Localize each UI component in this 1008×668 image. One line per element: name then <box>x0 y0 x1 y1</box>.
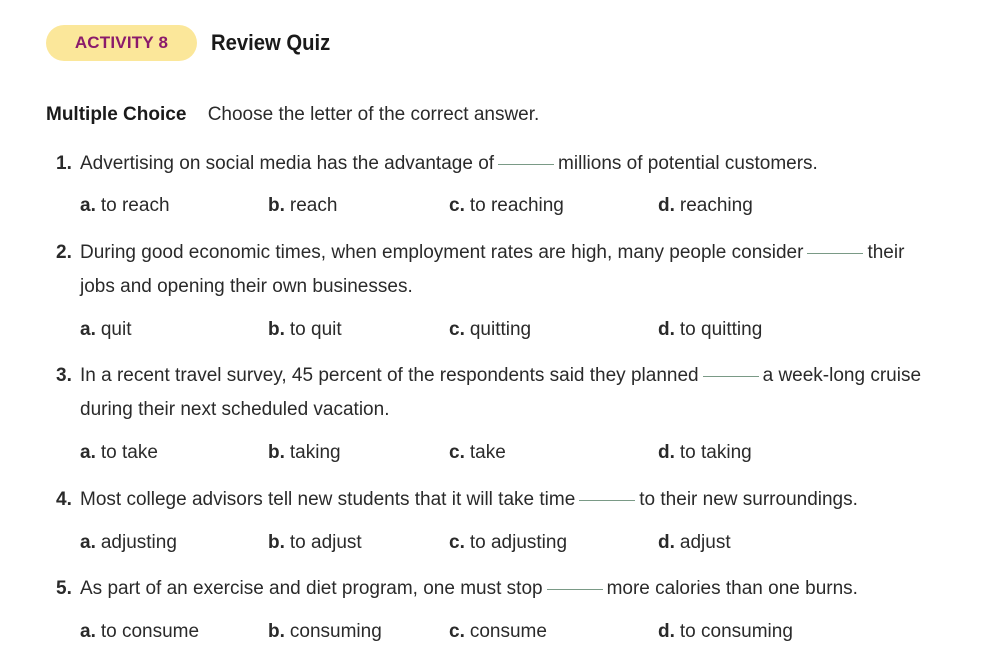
option-text: consuming <box>289 621 382 642</box>
option-letter: d. <box>658 195 675 216</box>
question-text-after: a week-long cruise <box>762 365 922 386</box>
question-number: 3. <box>56 365 72 386</box>
question-4: 4. Most college advisors tell new student… <box>56 483 976 517</box>
option-letter: c. <box>449 532 465 553</box>
option-letter: a. <box>80 532 96 553</box>
question-text-after: their <box>867 242 905 263</box>
option-a[interactable]: a. adjusting <box>80 532 177 554</box>
option-letter: c. <box>449 195 465 216</box>
activity-badge: ACTIVITY 8 <box>46 25 197 61</box>
option-c[interactable]: c. quitting <box>449 319 531 341</box>
page-title: Review Quiz <box>211 30 331 55</box>
question-1: 1. Advertising on social media has the ad… <box>56 147 976 181</box>
option-text: adjust <box>679 532 731 553</box>
option-text: quit <box>100 319 132 340</box>
section-instruction: Choose the letter of the correct answer. <box>207 104 540 125</box>
option-text: to quit <box>289 319 342 340</box>
question-text-after: more calories than one burns. <box>606 578 858 599</box>
option-letter: d. <box>658 532 675 553</box>
option-letter: b. <box>268 621 285 642</box>
option-letter: d. <box>658 319 675 340</box>
option-letter: a. <box>80 195 96 216</box>
question-text-continuation: jobs and opening their own businesses. <box>80 276 413 297</box>
option-b[interactable]: b. to adjust <box>268 532 362 554</box>
option-text: to consuming <box>679 621 793 642</box>
option-b[interactable]: b. reach <box>268 195 337 217</box>
option-text: to adjust <box>289 532 362 553</box>
option-letter: a. <box>80 442 96 463</box>
option-letter: b. <box>268 532 285 553</box>
option-b[interactable]: b. consuming <box>268 621 382 643</box>
option-text: quitting <box>469 319 532 340</box>
option-letter: b. <box>268 195 285 216</box>
question-text-before: During good economic times, when employm… <box>80 242 804 263</box>
question-text-continuation: during their next scheduled vacation. <box>80 399 390 420</box>
option-a[interactable]: a. quit <box>80 319 132 341</box>
question-text-after: millions of potential customers. <box>558 153 818 174</box>
option-d[interactable]: d. adjust <box>658 532 731 554</box>
answer-blank <box>546 588 603 590</box>
answer-blank <box>807 252 864 254</box>
option-c[interactable]: c. take <box>449 442 506 464</box>
option-text: to take <box>100 442 158 463</box>
option-text: take <box>469 442 506 463</box>
question-text-before: Advertising on social media has the adva… <box>80 153 495 174</box>
option-c[interactable]: c. to reaching <box>449 195 564 217</box>
option-letter: d. <box>658 621 675 642</box>
question-2: 2. During good economic times, when emplo… <box>56 236 976 304</box>
option-letter: b. <box>268 442 285 463</box>
option-a[interactable]: a. to take <box>80 442 158 464</box>
question-text-after: to their new surroundings. <box>639 489 858 510</box>
option-d[interactable]: d. to taking <box>658 442 752 464</box>
answer-blank <box>702 375 759 377</box>
option-letter: d. <box>658 442 675 463</box>
option-c[interactable]: c. consume <box>449 621 547 643</box>
option-d[interactable]: d. to consuming <box>658 621 793 643</box>
activity-header: ACTIVITY 8 Review Quiz <box>46 25 341 61</box>
option-text: reaching <box>679 195 753 216</box>
option-text: taking <box>289 442 341 463</box>
option-letter: b. <box>268 319 285 340</box>
question-number: 5. <box>56 578 72 599</box>
question-number: 1. <box>56 153 72 174</box>
option-letter: a. <box>80 319 96 340</box>
option-b[interactable]: b. to quit <box>268 319 342 341</box>
answer-blank <box>579 499 636 501</box>
section-instructions: Multiple Choice Choose the letter of the… <box>46 104 539 126</box>
option-letter: a. <box>80 621 96 642</box>
option-letter: c. <box>449 442 465 463</box>
question-number: 2. <box>56 242 72 263</box>
option-d[interactable]: d. reaching <box>658 195 753 217</box>
option-b[interactable]: b. taking <box>268 442 341 464</box>
option-d[interactable]: d. to quitting <box>658 319 762 341</box>
question-number: 4. <box>56 489 72 510</box>
option-c[interactable]: c. to adjusting <box>449 532 567 554</box>
option-letter: c. <box>449 621 465 642</box>
option-text: to adjusting <box>469 532 568 553</box>
question-3: 3. In a recent travel survey, 45 percent … <box>56 359 976 427</box>
option-text: consume <box>469 621 547 642</box>
option-text: to reaching <box>469 195 564 216</box>
question-text-before: In a recent travel survey, 45 percent of… <box>80 365 699 386</box>
option-text: to consume <box>100 621 200 642</box>
section-label: Multiple Choice <box>46 104 187 125</box>
option-text: to taking <box>679 442 752 463</box>
option-a[interactable]: a. to reach <box>80 195 170 217</box>
answer-blank <box>498 163 555 165</box>
option-text: adjusting <box>100 532 177 553</box>
option-letter: c. <box>449 319 465 340</box>
question-5: 5. As part of an exercise and diet progra… <box>56 572 976 606</box>
question-text-before: Most college advisors tell new students … <box>80 489 576 510</box>
option-text: to reach <box>100 195 170 216</box>
question-text-before: As part of an exercise and diet program,… <box>80 578 543 599</box>
option-text: to quitting <box>679 319 763 340</box>
option-text: reach <box>289 195 338 216</box>
option-a[interactable]: a. to consume <box>80 621 199 643</box>
